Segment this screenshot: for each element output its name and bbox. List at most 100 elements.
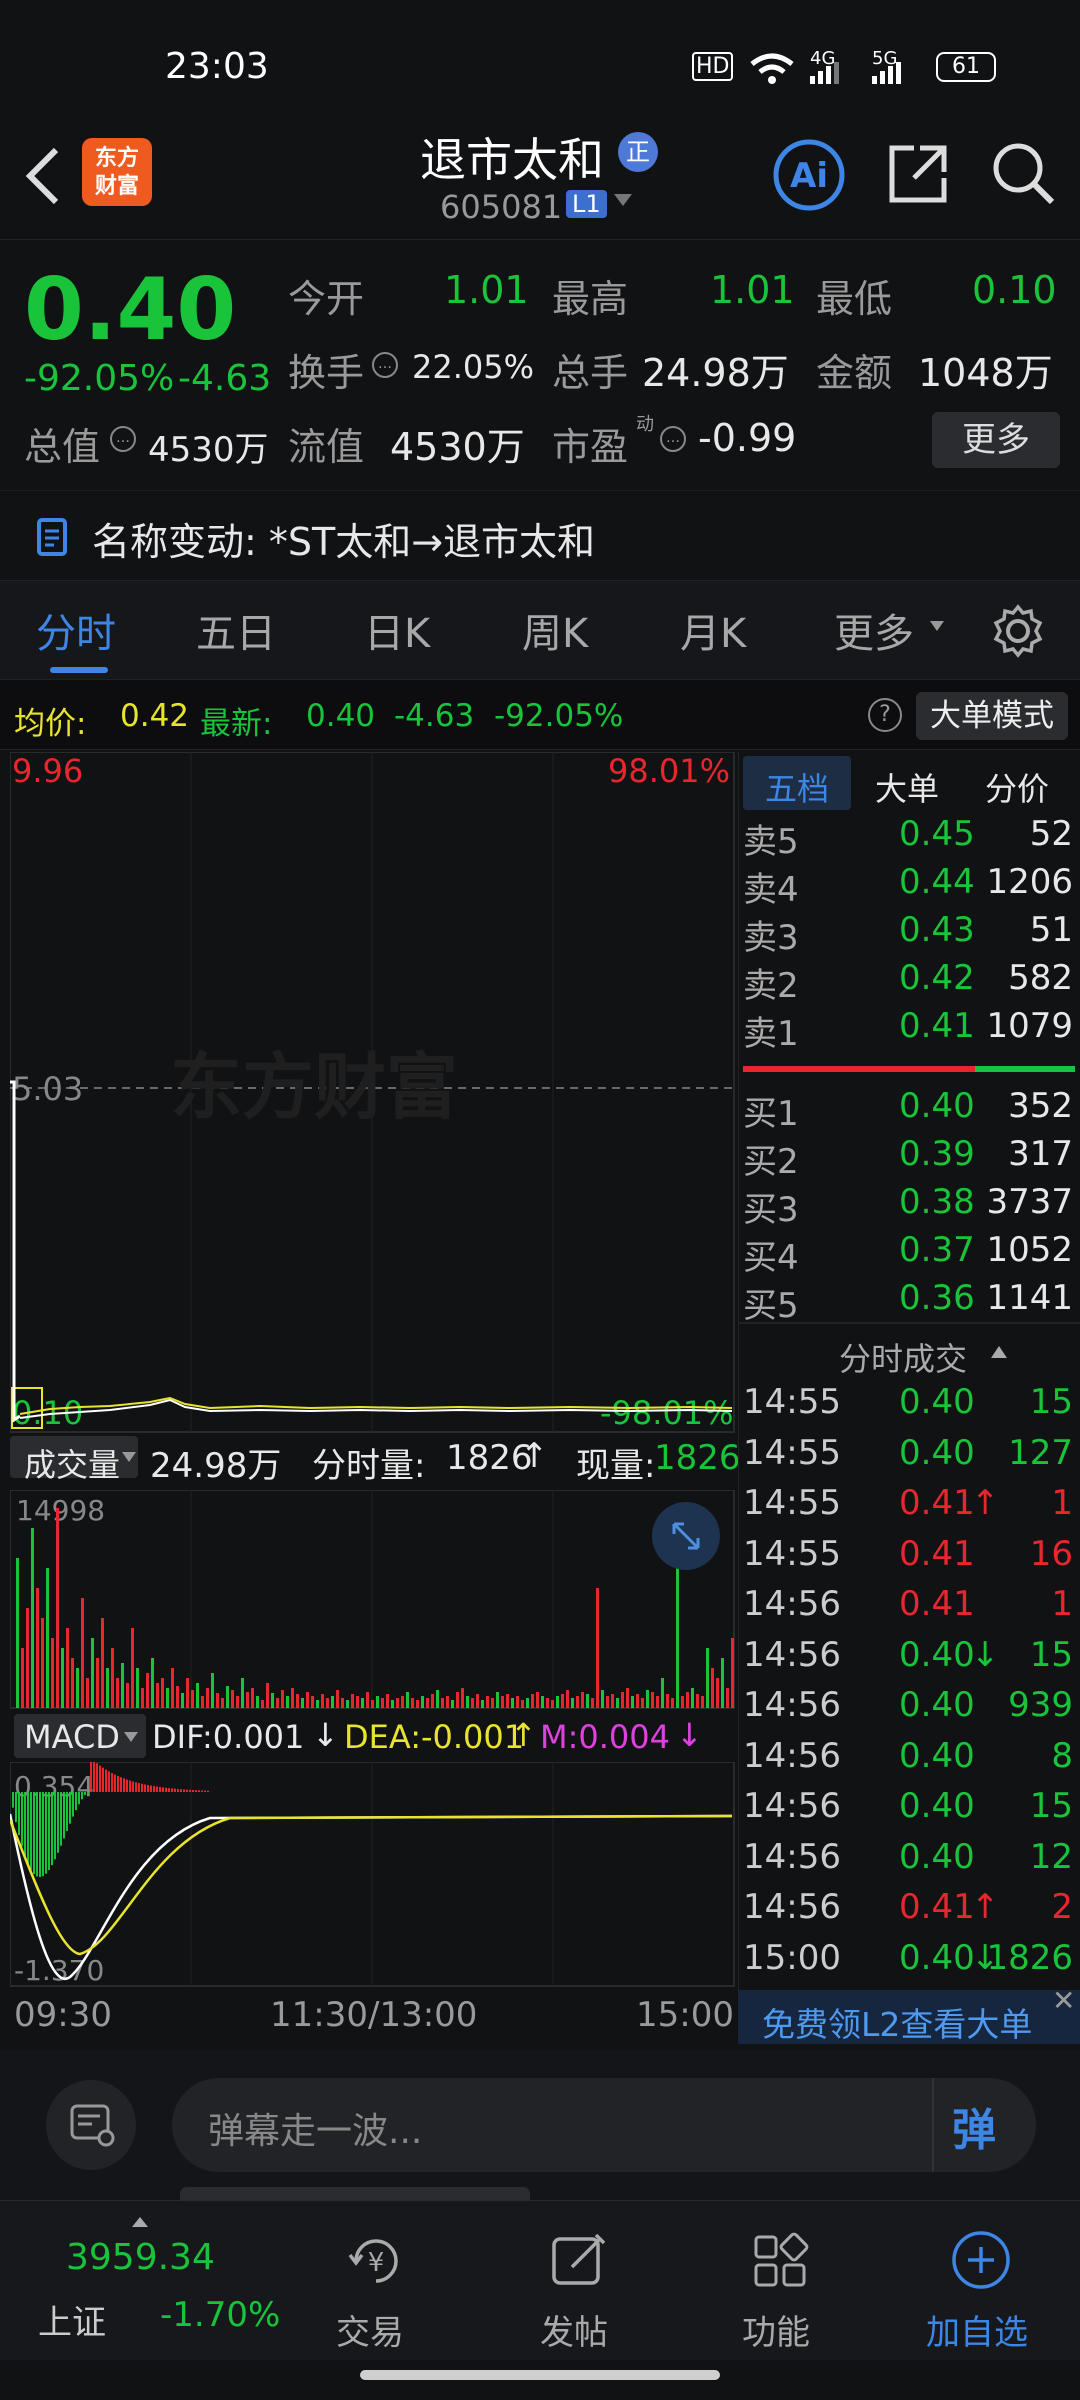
- bottom-nav: 3959.34 上证 -1.70% ¥ 交易 发帖 功能 加自选: [0, 2187, 1080, 2360]
- ask-price: 0.42: [899, 958, 975, 998]
- volume-bar: [186, 1678, 189, 1708]
- trade-time: 14:56: [743, 1634, 841, 1675]
- search-icon[interactable]: [990, 140, 1058, 208]
- tab-daily-k[interactable]: 日K: [364, 601, 430, 659]
- macd-bar: [30, 1792, 32, 1870]
- macd-bar: [168, 1788, 170, 1792]
- volume-bar: [331, 1696, 334, 1708]
- volume-bar: [191, 1690, 194, 1708]
- volume-bar: [236, 1696, 239, 1708]
- gear-icon[interactable]: [990, 603, 1046, 659]
- tab-price-dist[interactable]: 分价: [985, 764, 1049, 810]
- macd-bar: [171, 1788, 173, 1792]
- bid-row[interactable]: 买2 0.39 317: [739, 1134, 1079, 1182]
- ai-icon[interactable]: Ai: [772, 138, 846, 212]
- stock-name: 退市太和: [420, 133, 604, 187]
- macd-bar: [183, 1789, 185, 1792]
- volume-bar: [41, 1618, 44, 1708]
- volume-bar: [436, 1690, 439, 1708]
- trade-icon[interactable]: ¥: [344, 2229, 408, 2293]
- chevron-down-icon[interactable]: [124, 1732, 138, 1742]
- macd-bar: [87, 1792, 89, 1794]
- index-name[interactable]: 上证: [38, 2295, 106, 2344]
- bid-row[interactable]: 买5 0.36 1141: [739, 1278, 1079, 1326]
- level-badge[interactable]: L1: [566, 190, 607, 218]
- l2-banner[interactable]: 免费领L2查看大单 ✕: [738, 1984, 1080, 2044]
- volume-bar: [381, 1698, 384, 1708]
- volume-bar: [416, 1700, 419, 1708]
- post-icon[interactable]: [546, 2229, 610, 2293]
- tab-monthly-k[interactable]: 月K: [680, 601, 746, 659]
- volume-bar: [221, 1698, 224, 1708]
- tab-weekly-k[interactable]: 周K: [522, 601, 588, 659]
- trade-price: 0.41: [899, 1887, 975, 1927]
- chevron-down-icon[interactable]: [122, 1452, 136, 1462]
- nav-trade[interactable]: 交易: [336, 2305, 404, 2354]
- chevron-up-icon[interactable]: [132, 2217, 148, 2227]
- big-order-mode-button[interactable]: 大单模式: [916, 692, 1068, 740]
- macd-bar: [180, 1789, 182, 1792]
- tab-more[interactable]: 更多: [834, 601, 914, 659]
- ask-row[interactable]: 卖4 0.44 1206: [739, 862, 1079, 910]
- bid-row[interactable]: 买3 0.38 3737: [739, 1182, 1079, 1230]
- more-button[interactable]: 更多: [932, 412, 1060, 468]
- volume-bar: [706, 1648, 709, 1708]
- share-icon[interactable]: [884, 140, 952, 208]
- index-pct[interactable]: -1.70%: [160, 2295, 280, 2335]
- macd-bar: [33, 1792, 35, 1875]
- comment-input[interactable]: 弹幕走一波... 弹: [172, 2078, 1036, 2172]
- nav-functions[interactable]: 功能: [742, 2305, 810, 2354]
- ask-row[interactable]: 卖3 0.43 51: [739, 910, 1079, 958]
- pe-label: 市盈: [552, 425, 629, 469]
- name-change-notice[interactable]: 名称变动: *ST太和→退市太和: [0, 490, 1080, 580]
- volume-bar: [66, 1628, 69, 1708]
- tab-five-levels[interactable]: 五档: [765, 764, 829, 810]
- help-icon[interactable]: ?: [868, 698, 902, 732]
- close-icon[interactable]: ✕: [1052, 1984, 1075, 2017]
- volume-bar: [531, 1694, 534, 1708]
- arrow-down-icon: ↓: [676, 1716, 703, 1754]
- bid-row[interactable]: 买1 0.40 352: [739, 1086, 1079, 1134]
- macd-bar: [54, 1792, 56, 1860]
- bid-row[interactable]: 买4 0.37 1052: [739, 1230, 1079, 1278]
- indicator-bar: 均价: 0.42 最新: 0.40 -4.63 -92.05% ? 大单模式: [0, 680, 1080, 750]
- danmaku-send-button[interactable]: 弹: [952, 2094, 996, 2158]
- apps-icon[interactable]: [748, 2229, 812, 2293]
- app-logo: 东方 财富: [82, 138, 152, 206]
- nav-post[interactable]: 发帖: [540, 2305, 608, 2354]
- volume-bar: [171, 1668, 174, 1708]
- macd-bar: [78, 1792, 80, 1805]
- volume-bar: [651, 1692, 654, 1708]
- macd-bar: [204, 1790, 206, 1792]
- chevron-down-icon[interactable]: [614, 194, 632, 206]
- home-indicator[interactable]: [360, 2370, 720, 2380]
- volume-bar: [401, 1696, 404, 1708]
- tab-intraday[interactable]: 分时: [36, 601, 116, 659]
- index-value[interactable]: 3959.34: [66, 2237, 215, 2278]
- signal-icon-1: [810, 62, 839, 84]
- trade-direction-icon: ↓: [971, 1634, 1000, 1675]
- comment-settings-button[interactable]: [46, 2080, 136, 2170]
- info-icon[interactable]: …: [372, 352, 398, 378]
- info-icon[interactable]: …: [110, 426, 136, 452]
- ask-row[interactable]: 卖1 0.41 1079: [739, 1006, 1079, 1054]
- chevron-up-icon[interactable]: [991, 1346, 1007, 1358]
- expand-button[interactable]: [652, 1502, 720, 1570]
- tab-big-orders[interactable]: 大单: [875, 764, 939, 810]
- add-favorite-icon[interactable]: [948, 2227, 1014, 2293]
- macd-bar: [156, 1786, 158, 1792]
- macd-bar: [72, 1792, 74, 1817]
- volume-bar: [46, 1568, 49, 1708]
- volume-bar: [421, 1696, 424, 1708]
- volume-dropdown[interactable]: 成交量: [24, 1440, 120, 1486]
- volume-bar: [286, 1696, 289, 1708]
- back-arrow-icon[interactable]: [22, 146, 66, 206]
- volume-bar: [271, 1693, 274, 1708]
- trade-time: 14:56: [743, 1887, 841, 1927]
- nav-add-watchlist[interactable]: 加自选: [926, 2305, 1028, 2354]
- ask-row[interactable]: 卖2 0.42 582: [739, 958, 1079, 1006]
- tab-5day[interactable]: 五日: [196, 601, 276, 659]
- ask-row[interactable]: 卖5 0.45 52: [739, 814, 1079, 862]
- info-icon[interactable]: …: [660, 426, 686, 452]
- volume-bar: [51, 1638, 54, 1708]
